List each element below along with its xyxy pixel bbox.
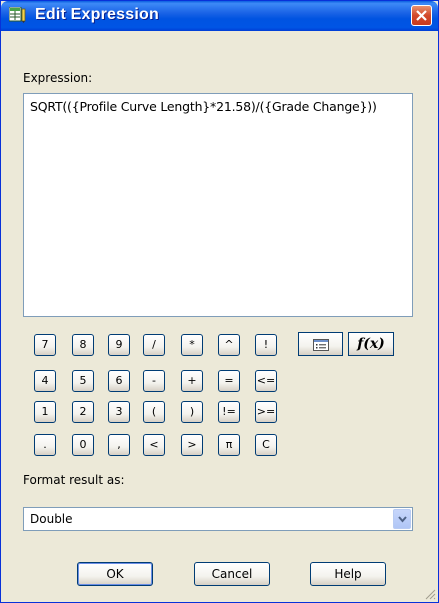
calc-key[interactable]: 0	[72, 434, 94, 456]
calc-key[interactable]: 8	[72, 334, 94, 356]
chevron-down-icon	[398, 516, 407, 523]
calc-key[interactable]: ,	[108, 434, 130, 456]
calc-key[interactable]: !	[255, 334, 277, 356]
calc-key[interactable]: π	[218, 434, 240, 456]
calc-key[interactable]: 4	[34, 370, 56, 392]
calc-key[interactable]: 5	[72, 370, 94, 392]
title-bar[interactable]: Edit Expression	[1, 1, 438, 31]
calc-key[interactable]: 7	[34, 334, 56, 356]
edit-expression-dialog: Edit Expression Expression: SQRT(({Profi…	[0, 0, 439, 603]
dropdown-arrow-button[interactable]	[393, 509, 411, 529]
fields-list-button[interactable]	[298, 332, 343, 356]
calc-key[interactable]: =	[218, 370, 240, 392]
window-title: Edit Expression	[35, 6, 159, 23]
calc-key[interactable]: )	[181, 401, 203, 423]
calc-key[interactable]: 1	[34, 401, 56, 423]
calc-key[interactable]: 2	[72, 401, 94, 423]
calc-key[interactable]: >=	[255, 401, 277, 423]
expression-label: Expression:	[23, 71, 93, 85]
calc-key[interactable]: 9	[108, 334, 130, 356]
close-icon	[416, 10, 427, 21]
ok-button[interactable]: OK	[77, 562, 153, 586]
calc-key[interactable]: +	[181, 370, 203, 392]
cancel-button[interactable]: Cancel	[194, 562, 270, 586]
close-button[interactable]	[411, 5, 432, 26]
list-icon	[312, 338, 329, 351]
calc-key[interactable]: 6	[108, 370, 130, 392]
calc-key[interactable]: /	[143, 334, 165, 356]
function-label: f(x)	[357, 336, 385, 352]
format-label: Format result as:	[23, 473, 125, 487]
calc-key[interactable]: (	[143, 401, 165, 423]
expression-textarea[interactable]: SQRT(({Profile Curve Length}*21.58)/({Gr…	[23, 93, 413, 317]
format-select[interactable]: Double	[23, 507, 413, 531]
function-button[interactable]: f(x)	[348, 332, 394, 356]
calc-key[interactable]: <=	[255, 370, 277, 392]
format-selected-value: Double	[30, 512, 73, 526]
calc-key[interactable]: *	[181, 334, 203, 356]
table-edit-icon	[9, 7, 26, 23]
resize-grip-icon[interactable]	[424, 588, 436, 600]
calc-key[interactable]: C	[255, 434, 277, 456]
calc-key[interactable]: -	[143, 370, 165, 392]
calc-key[interactable]: <	[143, 434, 165, 456]
calc-key[interactable]: .	[34, 434, 56, 456]
calc-key[interactable]: ^	[218, 334, 240, 356]
calc-key[interactable]: !=	[218, 401, 240, 423]
calc-key[interactable]: >	[181, 434, 203, 456]
calc-key[interactable]: 3	[108, 401, 130, 423]
help-button[interactable]: Help	[310, 562, 386, 586]
